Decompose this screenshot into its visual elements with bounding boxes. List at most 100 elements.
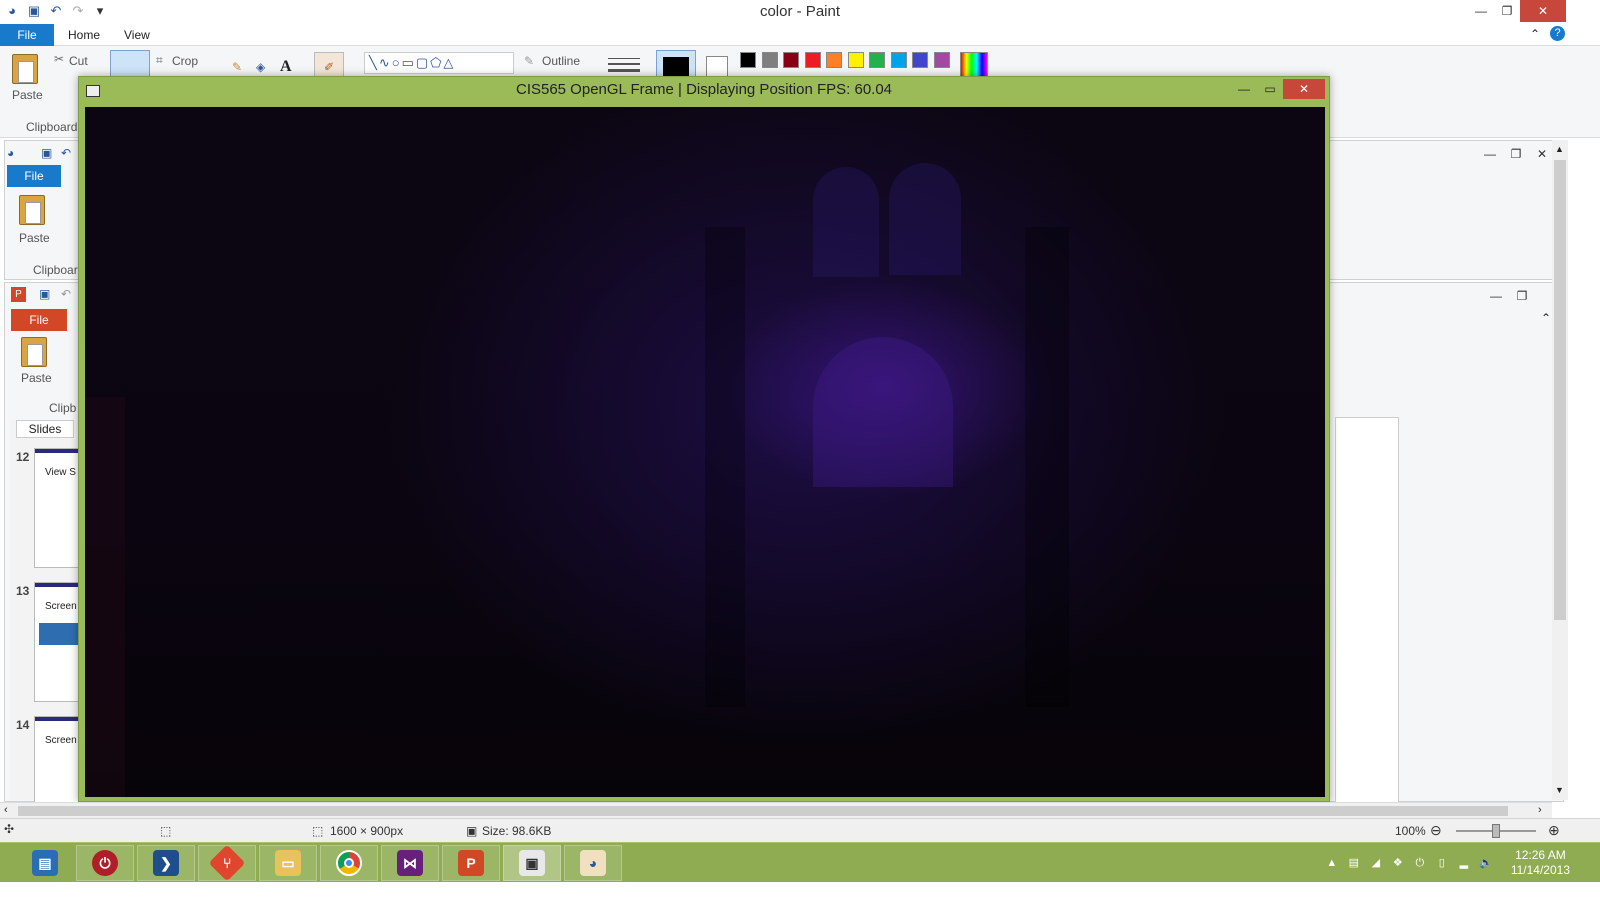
minimize-button[interactable]: — bbox=[1483, 285, 1509, 307]
taskbar-chrome[interactable] bbox=[320, 845, 378, 881]
color-swatch[interactable] bbox=[804, 52, 821, 68]
cut-icon[interactable]: ✂ bbox=[54, 52, 64, 66]
color-swatch[interactable] bbox=[740, 52, 756, 68]
outline-icon[interactable]: ✎ bbox=[524, 54, 534, 68]
image-dimensions: 1600 × 900px bbox=[330, 824, 404, 838]
scroll-down-icon[interactable]: ▼ bbox=[1555, 785, 1564, 795]
color-swatch[interactable] bbox=[912, 52, 928, 68]
collapse-ribbon-icon[interactable]: ⌃ bbox=[1541, 311, 1551, 325]
git-icon: ⑂ bbox=[208, 844, 246, 882]
zoom-out-icon[interactable]: ⊖ bbox=[1430, 822, 1442, 839]
window-controls: — ❐ ✕ bbox=[1468, 0, 1566, 22]
file-size: Size: 98.6KB bbox=[482, 824, 552, 838]
color-swatch[interactable] bbox=[847, 52, 864, 68]
color2-button[interactable] bbox=[706, 56, 728, 78]
close-button[interactable]: ✕ bbox=[1520, 0, 1566, 22]
tab-home[interactable]: Home bbox=[56, 24, 112, 46]
clipboard-group-label: Clipb bbox=[49, 401, 77, 415]
color-swatch[interactable] bbox=[933, 52, 950, 68]
minimize-button[interactable]: — bbox=[1477, 143, 1503, 165]
paste-button[interactable]: Paste bbox=[19, 231, 50, 245]
scrollbar-thumb[interactable] bbox=[1554, 160, 1566, 620]
scrollbar-thumb[interactable] bbox=[18, 806, 1508, 816]
paste-icon[interactable] bbox=[12, 54, 38, 84]
outline-dropdown[interactable]: Outline bbox=[542, 54, 580, 68]
text-tool-icon[interactable]: A bbox=[280, 58, 292, 76]
slide-thumbnail[interactable]: View S bbox=[34, 448, 80, 568]
tab-file[interactable]: File bbox=[0, 24, 54, 46]
paste-icon[interactable] bbox=[21, 337, 47, 367]
scroll-left-icon[interactable]: ‹ bbox=[4, 804, 8, 816]
ribbon-tabs: File Home View ⌃ ? bbox=[0, 24, 1600, 46]
action-center-icon[interactable]: ▤ bbox=[1347, 856, 1361, 870]
show-hidden-icons-icon[interactable]: ▲ bbox=[1325, 856, 1339, 870]
selection-size-icon: ⬚ bbox=[160, 824, 172, 838]
shapes-gallery[interactable]: ╲∿○▭▢⬠△ bbox=[364, 52, 514, 74]
taskbar-server-manager[interactable]: ▤ bbox=[15, 845, 75, 881]
taskbar-git[interactable]: ⑂ bbox=[198, 844, 256, 882]
maximize-button[interactable]: ▭ bbox=[1257, 79, 1283, 99]
network-icon[interactable]: ▂ bbox=[1457, 856, 1471, 870]
slide-canvas[interactable] bbox=[1335, 417, 1399, 803]
render-viewport[interactable] bbox=[85, 107, 1325, 797]
paste-button[interactable]: Paste bbox=[21, 371, 52, 385]
taskbar-power[interactable]: ⏻ bbox=[76, 845, 134, 881]
taskbar-file-explorer[interactable]: ▭ bbox=[259, 845, 317, 881]
restore-button[interactable]: ❐ bbox=[1503, 143, 1529, 165]
dropbox-icon[interactable]: ❖ bbox=[1391, 856, 1405, 870]
taskbar-opengl-app[interactable]: ▣ bbox=[503, 845, 561, 881]
color-swatch[interactable] bbox=[826, 52, 842, 68]
scroll-up-icon[interactable]: ▲ bbox=[1555, 144, 1564, 154]
undo-icon[interactable]: ↶ bbox=[61, 287, 71, 301]
close-button[interactable]: ✕ bbox=[1283, 79, 1325, 99]
tab-file[interactable]: File bbox=[11, 309, 67, 331]
color-swatch[interactable] bbox=[761, 52, 778, 68]
window-title: color - Paint bbox=[759, 3, 841, 20]
taskbar-powershell[interactable]: ❯ bbox=[137, 845, 195, 881]
color-swatch[interactable] bbox=[783, 52, 799, 68]
restore-button[interactable]: ❐ bbox=[1494, 0, 1520, 22]
battery-icon[interactable]: ▯ bbox=[1435, 856, 1449, 870]
vertical-scrollbar[interactable]: ▲ ▼ bbox=[1552, 140, 1568, 800]
taskbar-paint[interactable]: ◕ bbox=[564, 845, 622, 881]
restore-button[interactable]: ❐ bbox=[1509, 285, 1535, 307]
color-swatch[interactable] bbox=[890, 52, 907, 68]
zoom-slider-thumb[interactable] bbox=[1492, 824, 1500, 838]
collapse-ribbon-icon[interactable]: ⌃ bbox=[1530, 27, 1540, 41]
power-options-icon[interactable]: ⏻ bbox=[1413, 856, 1427, 870]
volume-icon[interactable]: 🔈 bbox=[1479, 856, 1493, 870]
fill-icon[interactable]: ◈ bbox=[256, 60, 265, 74]
save-icon[interactable]: ▣ bbox=[41, 146, 52, 160]
nvidia-icon[interactable]: ◢ bbox=[1369, 856, 1383, 870]
clock-time: 12:26 AM bbox=[1515, 848, 1566, 862]
clipboard-group-label: Clipboar bbox=[33, 263, 78, 277]
scene-arch bbox=[813, 337, 953, 487]
size-icon[interactable] bbox=[608, 54, 640, 76]
undo-icon[interactable]: ↶ bbox=[61, 146, 71, 160]
minimize-button[interactable]: — bbox=[1468, 0, 1494, 22]
taskbar-visual-studio[interactable]: ⋈ bbox=[381, 845, 439, 881]
tab-file[interactable]: File bbox=[7, 165, 61, 187]
paste-icon[interactable] bbox=[19, 195, 45, 225]
minimize-button[interactable]: — bbox=[1231, 79, 1257, 99]
horizontal-scrollbar[interactable]: ‹ › bbox=[0, 802, 1552, 818]
pencil-icon[interactable]: ✎ bbox=[232, 60, 242, 74]
help-icon[interactable]: ? bbox=[1550, 26, 1565, 41]
save-icon[interactable]: ▣ bbox=[39, 287, 50, 301]
zoom-in-icon[interactable]: ⊕ bbox=[1548, 822, 1560, 839]
tab-view[interactable]: View bbox=[112, 24, 162, 46]
color-swatch[interactable] bbox=[869, 52, 885, 68]
crop-button[interactable]: Crop bbox=[172, 54, 198, 68]
tab-slides[interactable]: Slides bbox=[16, 420, 74, 438]
paint-titlebar: ◕ ▣ ↶ ↷ ▾ color - Paint — ❐ ✕ bbox=[0, 0, 1600, 24]
chrome-icon bbox=[336, 850, 362, 876]
taskbar-powerpoint[interactable]: P bbox=[442, 845, 500, 881]
crop-icon[interactable]: ⌗ bbox=[156, 53, 163, 68]
scroll-right-icon[interactable]: › bbox=[1538, 804, 1542, 816]
slide-number: 14 bbox=[16, 718, 30, 732]
paste-button[interactable]: Paste bbox=[12, 88, 43, 102]
cut-button[interactable]: Cut bbox=[69, 54, 88, 68]
server-manager-icon: ▤ bbox=[32, 850, 58, 876]
slide-thumbnail[interactable]: Screen S bbox=[34, 582, 86, 702]
clock[interactable]: 12:26 AM 11/14/2013 bbox=[1511, 848, 1570, 878]
